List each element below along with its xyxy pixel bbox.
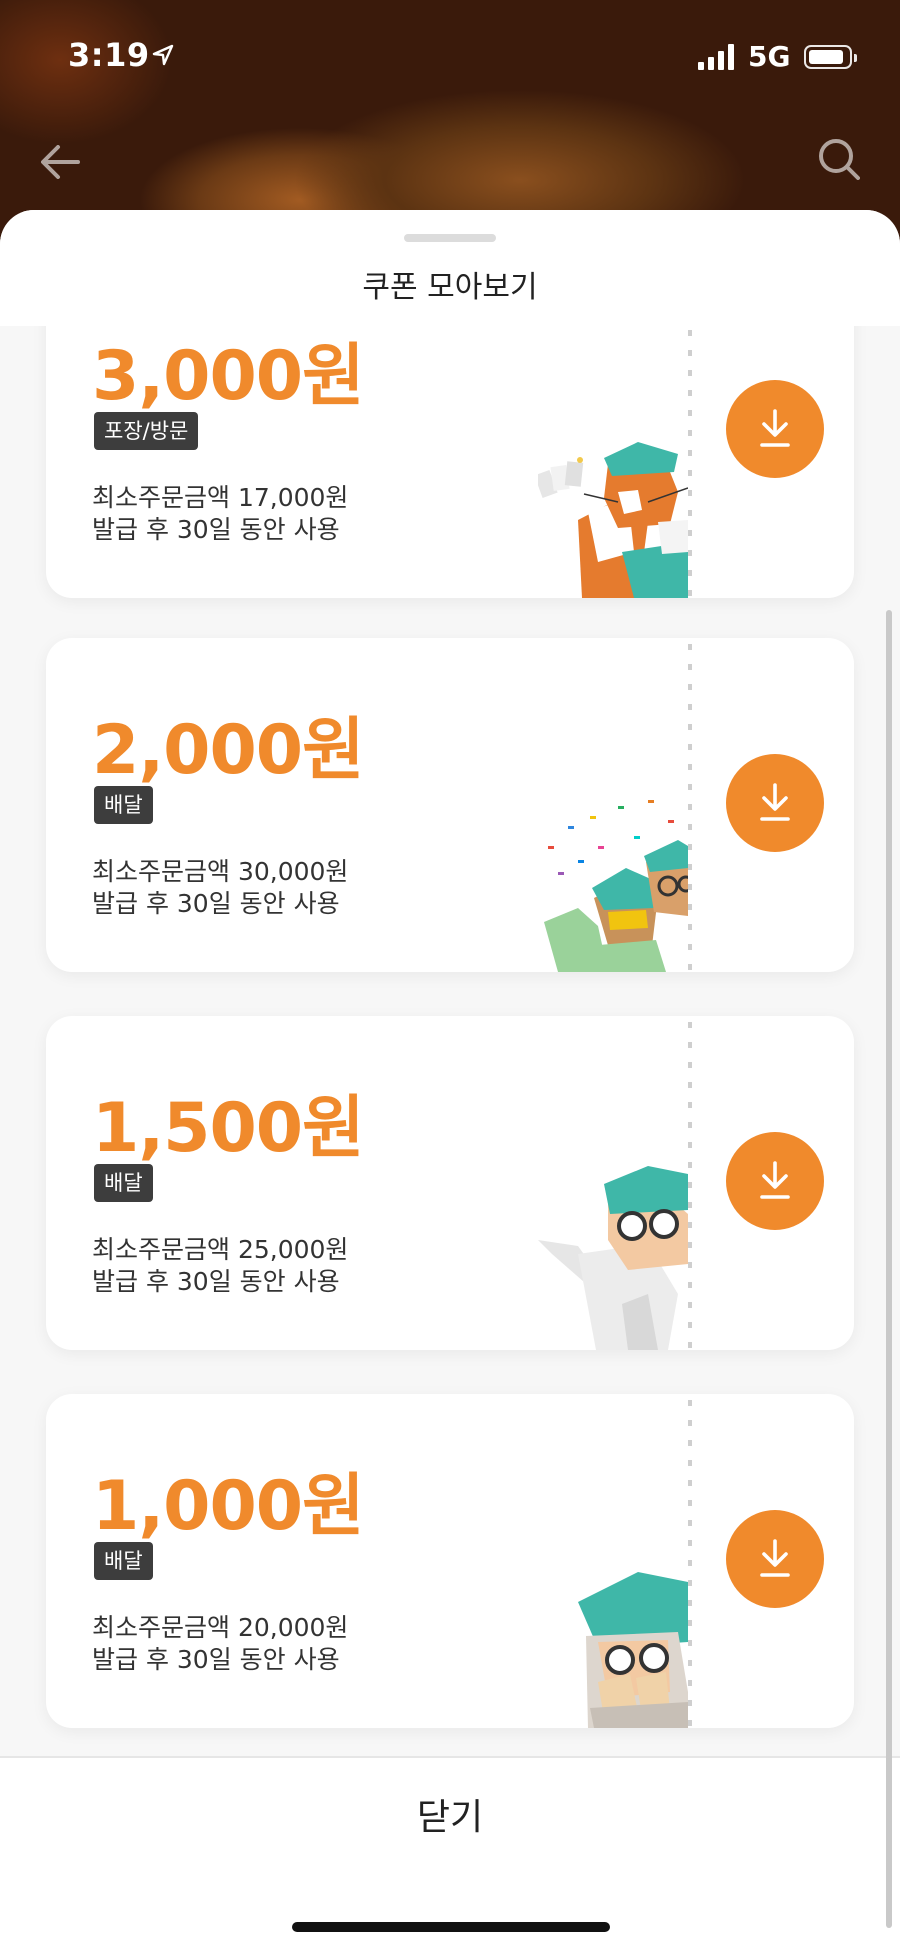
cat-with-coupons-illustration xyxy=(538,442,688,598)
coupon-validity: 발급 후 30일 동안 사용 xyxy=(92,889,340,918)
coupon-min-order: 최소주문금액 25,000원 xyxy=(92,1235,349,1264)
download-icon xyxy=(760,409,790,447)
download-icon xyxy=(760,1161,790,1199)
coupon-type-badge: 배달 xyxy=(94,786,153,824)
download-icon xyxy=(760,1539,790,1577)
sheet-title: 쿠폰 모아보기 xyxy=(362,270,538,305)
download-coupon-button[interactable] xyxy=(726,380,824,478)
screen: 3:19 5G 쿠폰 모아보기 3,000원 포장/방문 최소주문금액 17,0… xyxy=(0,0,900,1948)
sheet-grabber[interactable] xyxy=(404,234,496,242)
shy-character-illustration xyxy=(578,1572,688,1728)
back-arrow-icon[interactable] xyxy=(38,140,82,184)
download-coupon-button[interactable] xyxy=(726,1510,824,1608)
cellular-signal-icon xyxy=(698,44,738,70)
coupon-sheet: 쿠폰 모아보기 3,000원 포장/방문 최소주문금액 17,000원 발급 후… xyxy=(0,210,900,1948)
search-icon[interactable] xyxy=(816,136,862,182)
coupon-min-order: 최소주문금액 20,000원 xyxy=(92,1613,349,1642)
close-button[interactable]: 닫기 xyxy=(350,1780,550,1856)
coupon-card: 2,000원 배달 최소주문금액 30,000원 발급 후 30일 동안 사용 xyxy=(46,638,854,972)
network-type: 5G xyxy=(748,40,791,73)
battery-icon xyxy=(804,45,857,69)
download-coupon-button[interactable] xyxy=(726,754,824,852)
home-indicator[interactable] xyxy=(292,1922,610,1932)
celebrating-characters-illustration xyxy=(544,800,688,972)
coupon-perforation xyxy=(688,1022,692,1350)
coupon-list[interactable]: 3,000원 포장/방문 최소주문금액 17,000원 발급 후 30일 동안 … xyxy=(0,264,900,1948)
coupon-card: 1,500원 배달 최소주문금액 25,000원 발급 후 30일 동안 사용 xyxy=(46,1016,854,1350)
download-coupon-button[interactable] xyxy=(726,1132,824,1230)
sheet-footer: 닫기 xyxy=(0,1756,900,1948)
coupon-perforation xyxy=(688,644,692,972)
coupon-amount: 1,500원 xyxy=(92,1089,365,1168)
status-bar: 3:19 5G xyxy=(0,0,900,110)
location-arrow-icon xyxy=(152,44,174,66)
sheet-header: 쿠폰 모아보기 xyxy=(0,210,900,326)
coupon-type-badge: 배달 xyxy=(94,1542,153,1580)
download-icon xyxy=(760,783,790,821)
coupon-amount: 3,000원 xyxy=(92,337,365,416)
coupon-type-badge: 배달 xyxy=(94,1164,153,1202)
coupon-min-order: 최소주문금액 17,000원 xyxy=(92,483,349,512)
status-time: 3:19 xyxy=(68,36,150,74)
coupon-type-badge: 포장/방문 xyxy=(94,412,199,450)
coupon-card: 1,000원 배달 최소주문금액 20,000원 발급 후 30일 동안 사용 xyxy=(46,1394,854,1728)
coupon-validity: 발급 후 30일 동안 사용 xyxy=(92,1267,340,1296)
coupon-validity: 발급 후 30일 동안 사용 xyxy=(92,515,340,544)
scrollbar[interactable] xyxy=(886,610,892,1928)
coupon-perforation xyxy=(688,1400,692,1728)
coupon-amount: 2,000원 xyxy=(92,711,365,790)
pointing-character-illustration xyxy=(538,1166,688,1350)
coupon-validity: 발급 후 30일 동안 사용 xyxy=(92,1645,340,1674)
coupon-min-order: 최소주문금액 30,000원 xyxy=(92,857,349,886)
coupon-amount: 1,000원 xyxy=(92,1467,365,1546)
